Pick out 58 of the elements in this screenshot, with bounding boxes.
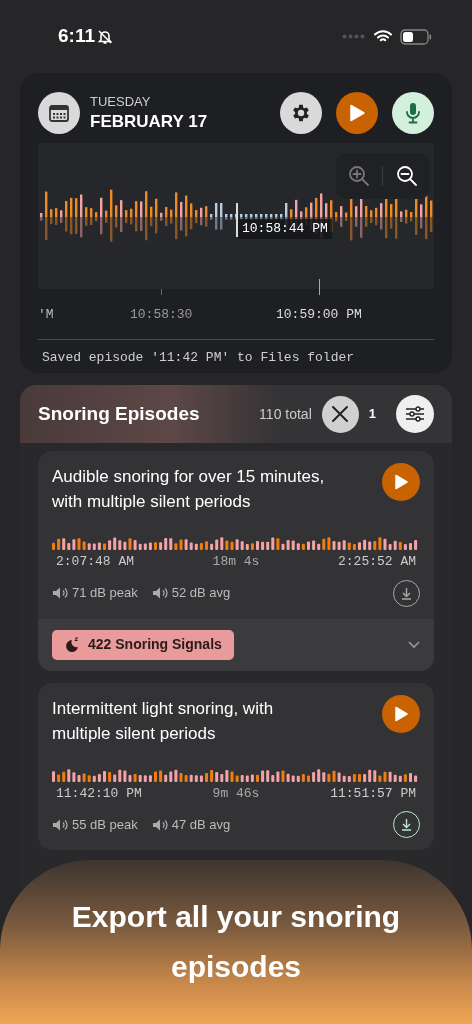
chevron-down-icon[interactable]: [408, 640, 420, 649]
duration: 9m 46s: [212, 784, 260, 803]
end-time: 11:51:57 PM: [330, 784, 416, 803]
peak-level: 55 dB peak: [72, 815, 138, 834]
speaker-icon: [151, 586, 168, 600]
play-button[interactable]: [382, 463, 420, 501]
moon-icon: [64, 636, 80, 653]
axis-label: 10:58:30: [130, 306, 193, 324]
end-time: 2:25:52 AM: [338, 553, 416, 571]
sliders-icon: [405, 406, 425, 422]
calendar-button[interactable]: [38, 92, 80, 134]
average-level: 52 dB avg: [171, 584, 231, 603]
status-message: Saved episode '11:42 PM' to Files folder: [41, 349, 356, 367]
episode-card[interactable]: Audible snoring for over 15 minutes, with multiple silent periods 2:07:48 AM 18m 4s 2:25:52 AM 71 dB peak 52 dB avg 422 Snoring Signals: [38, 451, 434, 671]
section-title: Snoring Episodes: [38, 401, 200, 426]
cursor-line: [236, 203, 238, 237]
clear-filter-button[interactable]: [321, 395, 359, 433]
duration: 18m 4s: [212, 553, 260, 571]
download-icon: [400, 818, 413, 831]
play-button[interactable]: [382, 694, 420, 733]
axis-label: 10:59:00 PM: [276, 306, 362, 324]
total-count: 110 total: [259, 404, 312, 424]
filter-button[interactable]: [396, 395, 434, 433]
zoom-in-icon[interactable]: [348, 165, 371, 187]
average-level: 47 dB avg: [171, 815, 231, 834]
speaker-icon: [52, 586, 68, 600]
signal-icon: [342, 34, 366, 39]
promo-text: Export all your snoring episodes: [70, 899, 402, 985]
speaker-icon: [151, 817, 168, 832]
play-icon: [394, 474, 408, 490]
status-time: 6:11: [58, 24, 95, 49]
play-icon: [394, 705, 408, 722]
speaker-icon: [52, 817, 68, 832]
filter-count: 1: [368, 405, 376, 424]
peak-level: 71 dB peak: [72, 584, 138, 603]
date-label: FEBRUARY 17: [90, 110, 208, 132]
play-icon: [349, 104, 365, 122]
signals-label: 422 Snoring Signals: [88, 635, 222, 654]
episode-card[interactable]: Intermittent light snoring, with multiple silent periods 11:42:10 PM 9m 46s 11:51:57 PM 55 dB peak 47 dB avg: [38, 682, 434, 850]
weekday-label: TUESDAY: [90, 94, 152, 111]
episode-title: Audible snoring for over 15 minutes, with multiple silent periods: [52, 466, 326, 513]
play-button[interactable]: [336, 92, 378, 134]
download-icon: [400, 586, 413, 600]
settings-icon: [290, 102, 312, 124]
microphone-icon: [405, 102, 421, 124]
microphone-button[interactable]: [392, 92, 434, 134]
battery-icon: [400, 28, 432, 45]
cursor-time-label: 10:58:44 PM: [238, 219, 332, 239]
axis-label: 'M: [38, 306, 54, 324]
episode-title: Intermittent light snoring, with multiple silent periods: [52, 697, 275, 745]
zoom-out-icon[interactable]: [395, 165, 418, 187]
start-time: 2:07:48 AM: [56, 553, 134, 571]
signals-row[interactable]: 422 Snoring Signals: [38, 618, 434, 671]
settings-button[interactable]: [280, 92, 322, 134]
wifi-icon: [374, 30, 392, 43]
start-time: 11:42:10 PM: [56, 784, 142, 803]
calendar-icon: [49, 104, 69, 122]
close-icon: [331, 405, 350, 423]
